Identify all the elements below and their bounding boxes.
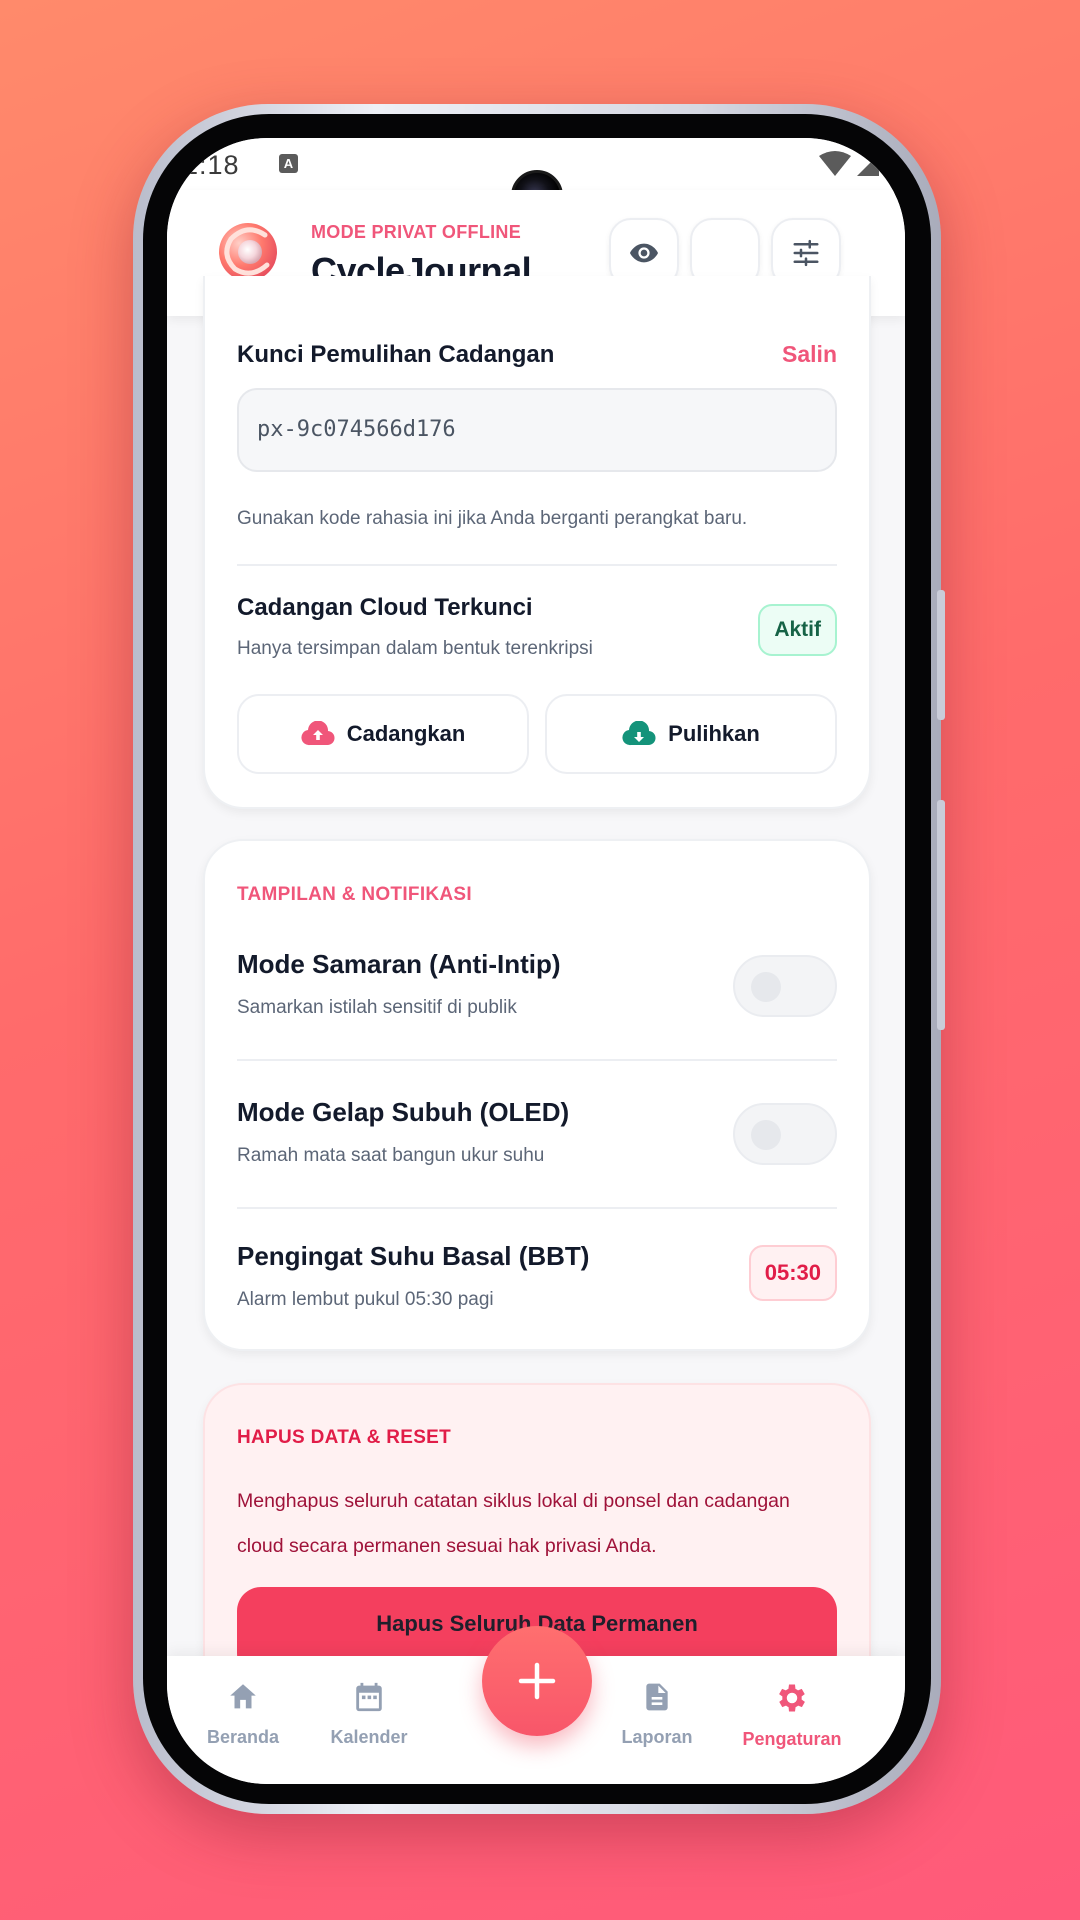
anti-peek-title: Mode Samaran (Anti-Intip)	[237, 949, 561, 979]
divider	[237, 564, 837, 566]
nav-report[interactable]: Laporan	[587, 1680, 727, 1748]
bbt-reminder-title: Pengingat Suhu Basal (BBT)	[237, 1241, 590, 1271]
sliders-icon	[793, 239, 819, 267]
home-icon	[230, 1684, 256, 1709]
notification-icon: A	[279, 154, 298, 173]
recovery-key-field[interactable]: px-9c074566d176	[237, 388, 837, 472]
display-section-title: TAMPILAN & NOTIFIKASI	[237, 884, 472, 905]
restore-button-label: Pulihkan	[668, 721, 760, 746]
nav-report-label: Laporan	[621, 1727, 693, 1747]
oled-dark-subtitle: Ramah mata saat bangun ukur suhu	[237, 1145, 545, 1166]
reset-section-title: HAPUS DATA & RESET	[237, 1427, 452, 1448]
cloud-upload-icon	[301, 721, 335, 746]
cloud-backup-subtitle: Hanya tersimpan dalam bentuk terenkripsi	[237, 638, 593, 659]
oled-dark-title: Mode Gelap Subuh (OLED)	[237, 1097, 570, 1127]
cloud-download-icon	[622, 721, 656, 746]
add-entry-fab[interactable]	[482, 1626, 592, 1736]
wifi-icon	[819, 151, 851, 176]
privacy-mode-label: MODE PRIVAT OFFLINE	[311, 222, 522, 242]
signal-icons	[817, 150, 897, 183]
status-time: 1:18	[183, 150, 240, 180]
bbt-reminder-subtitle: Alarm lembut pukul 05:30 pagi	[237, 1289, 494, 1310]
divider	[237, 1207, 837, 1209]
recovery-key-value: px-9c074566d176	[257, 417, 456, 442]
calendar-icon	[356, 1682, 382, 1712]
cloud-backup-title: Cadangan Cloud Terkunci	[237, 594, 533, 621]
copy-key-button[interactable]: Salin	[782, 341, 837, 368]
backup-button-label: Cadangkan	[346, 721, 466, 746]
recovery-key-title: Kunci Pemulihan Cadangan	[237, 341, 555, 368]
nav-home[interactable]: Beranda	[173, 1680, 313, 1748]
nav-calendar-label: Kalender	[330, 1727, 408, 1747]
app-logo	[219, 223, 277, 281]
nav-settings[interactable]: Pengaturan	[722, 1680, 862, 1750]
document-icon	[646, 1683, 668, 1711]
power-button	[937, 590, 945, 720]
backup-card: Kunci Pemulihan Cadangan Salin px-9c0745…	[203, 276, 871, 809]
divider	[237, 1059, 837, 1061]
app-screen: 1:18 A MODE PRIVAT OFFLINE CycleJournal …	[167, 138, 905, 1784]
plus-icon	[518, 1662, 556, 1700]
oled-dark-toggle[interactable]	[733, 1103, 837, 1165]
moon-icon	[716, 240, 729, 266]
backup-button[interactable]: Cadangkan	[237, 694, 529, 774]
cloud-status-badge: Aktif	[758, 604, 837, 656]
gear-icon	[779, 1684, 805, 1712]
recovery-key-hint: Gunakan kode rahasia ini jika Anda berga…	[237, 508, 748, 529]
eye-icon	[630, 243, 658, 263]
cell-signal-icon	[857, 154, 879, 176]
anti-peek-subtitle: Samarkan istilah sensitif di publik	[237, 997, 517, 1018]
nav-home-label: Beranda	[206, 1727, 280, 1747]
display-notification-card: TAMPILAN & NOTIFIKASI Mode Samaran (Anti…	[203, 839, 871, 1351]
anti-peek-toggle[interactable]	[733, 955, 837, 1017]
battery-icon	[885, 154, 895, 176]
nav-settings-label: Pengaturan	[742, 1729, 842, 1749]
volume-button	[937, 800, 945, 1030]
reset-description: Menghapus seluruh catatan siklus lokal d…	[237, 1490, 790, 1557]
restore-button[interactable]: Pulihkan	[545, 694, 837, 774]
nav-calendar[interactable]: Kalender	[299, 1680, 439, 1748]
bbt-time-badge[interactable]: 05:30	[748, 1245, 837, 1301]
